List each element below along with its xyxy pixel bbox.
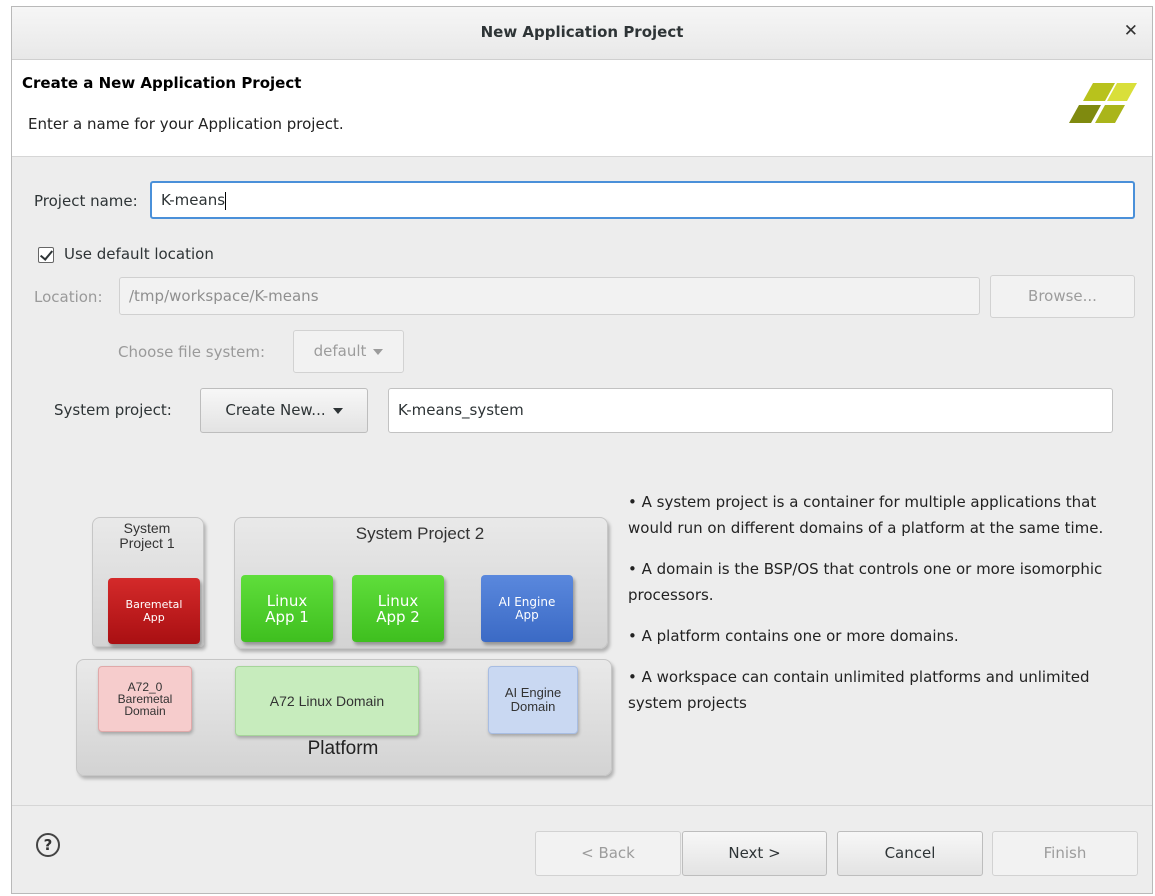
page-subtitle: Enter a name for your Application projec… <box>28 115 344 133</box>
linux-app-1-box: Linux App 1 <box>241 575 333 642</box>
wizard-header: Create a New Application Project Enter a… <box>12 60 1152 157</box>
page-title: Create a New Application Project <box>22 74 302 92</box>
finish-button[interactable]: Finish <box>992 831 1138 876</box>
next-button[interactable]: Next > <box>682 831 827 876</box>
info-bullets: • A system project is a container for mu… <box>628 489 1108 731</box>
platform-label: Platform <box>307 738 379 759</box>
cancel-button[interactable]: Cancel <box>837 831 983 876</box>
a72-baremetal-domain-box: A72_0 Baremetal Domain <box>98 666 192 732</box>
use-default-location-checkbox[interactable] <box>38 247 54 263</box>
location-input[interactable]: /tmp/workspace/K-means <box>119 277 980 315</box>
file-system-label: Choose file system: <box>118 343 266 361</box>
chevron-down-icon <box>373 348 384 355</box>
linux-app-2-box: Linux App 2 <box>352 575 444 642</box>
browse-button[interactable]: Browse... <box>990 275 1135 318</box>
project-name-label: Project name: <box>34 192 138 210</box>
info-bullet: • A workspace can contain unlimited plat… <box>628 668 1090 712</box>
system-project-label: System project: <box>54 401 172 419</box>
info-bullet: • A platform contains one or more domain… <box>628 627 959 645</box>
close-icon[interactable]: ✕ <box>1124 21 1138 41</box>
window-title: New Application Project <box>480 23 684 41</box>
ai-engine-app-box: AI Engine App <box>481 575 573 642</box>
footer-separator <box>12 805 1152 806</box>
system-project-mode-dropdown[interactable]: Create New... <box>200 388 368 433</box>
info-bullet: • A domain is the BSP/OS that controls o… <box>628 560 1103 604</box>
file-system-dropdown[interactable]: default <box>293 330 404 373</box>
system-project-1-label: System Project 1 <box>119 520 175 551</box>
system-project-name-input[interactable]: K-means_system <box>388 388 1113 433</box>
ai-engine-domain-box: AI Engine Domain <box>488 666 578 734</box>
a72-linux-domain-box: A72 Linux Domain <box>235 666 419 736</box>
xilinx-logo <box>1069 83 1137 123</box>
chevron-down-icon <box>332 407 343 414</box>
use-default-location-label[interactable]: Use default location <box>64 245 214 263</box>
system-project-2-label: System Project 2 <box>355 524 485 543</box>
title-bar: New Application Project ✕ <box>12 7 1152 60</box>
back-button[interactable]: < Back <box>535 831 681 876</box>
baremetal-app-box: Baremetal App <box>108 578 200 644</box>
location-label: Location: <box>34 288 103 306</box>
info-bullet: • A system project is a container for mu… <box>628 493 1104 537</box>
dialog-window: New Application Project ✕ Create a New A… <box>11 6 1153 894</box>
help-icon[interactable]: ? <box>36 833 60 857</box>
project-name-input[interactable]: K-means <box>150 181 1135 219</box>
